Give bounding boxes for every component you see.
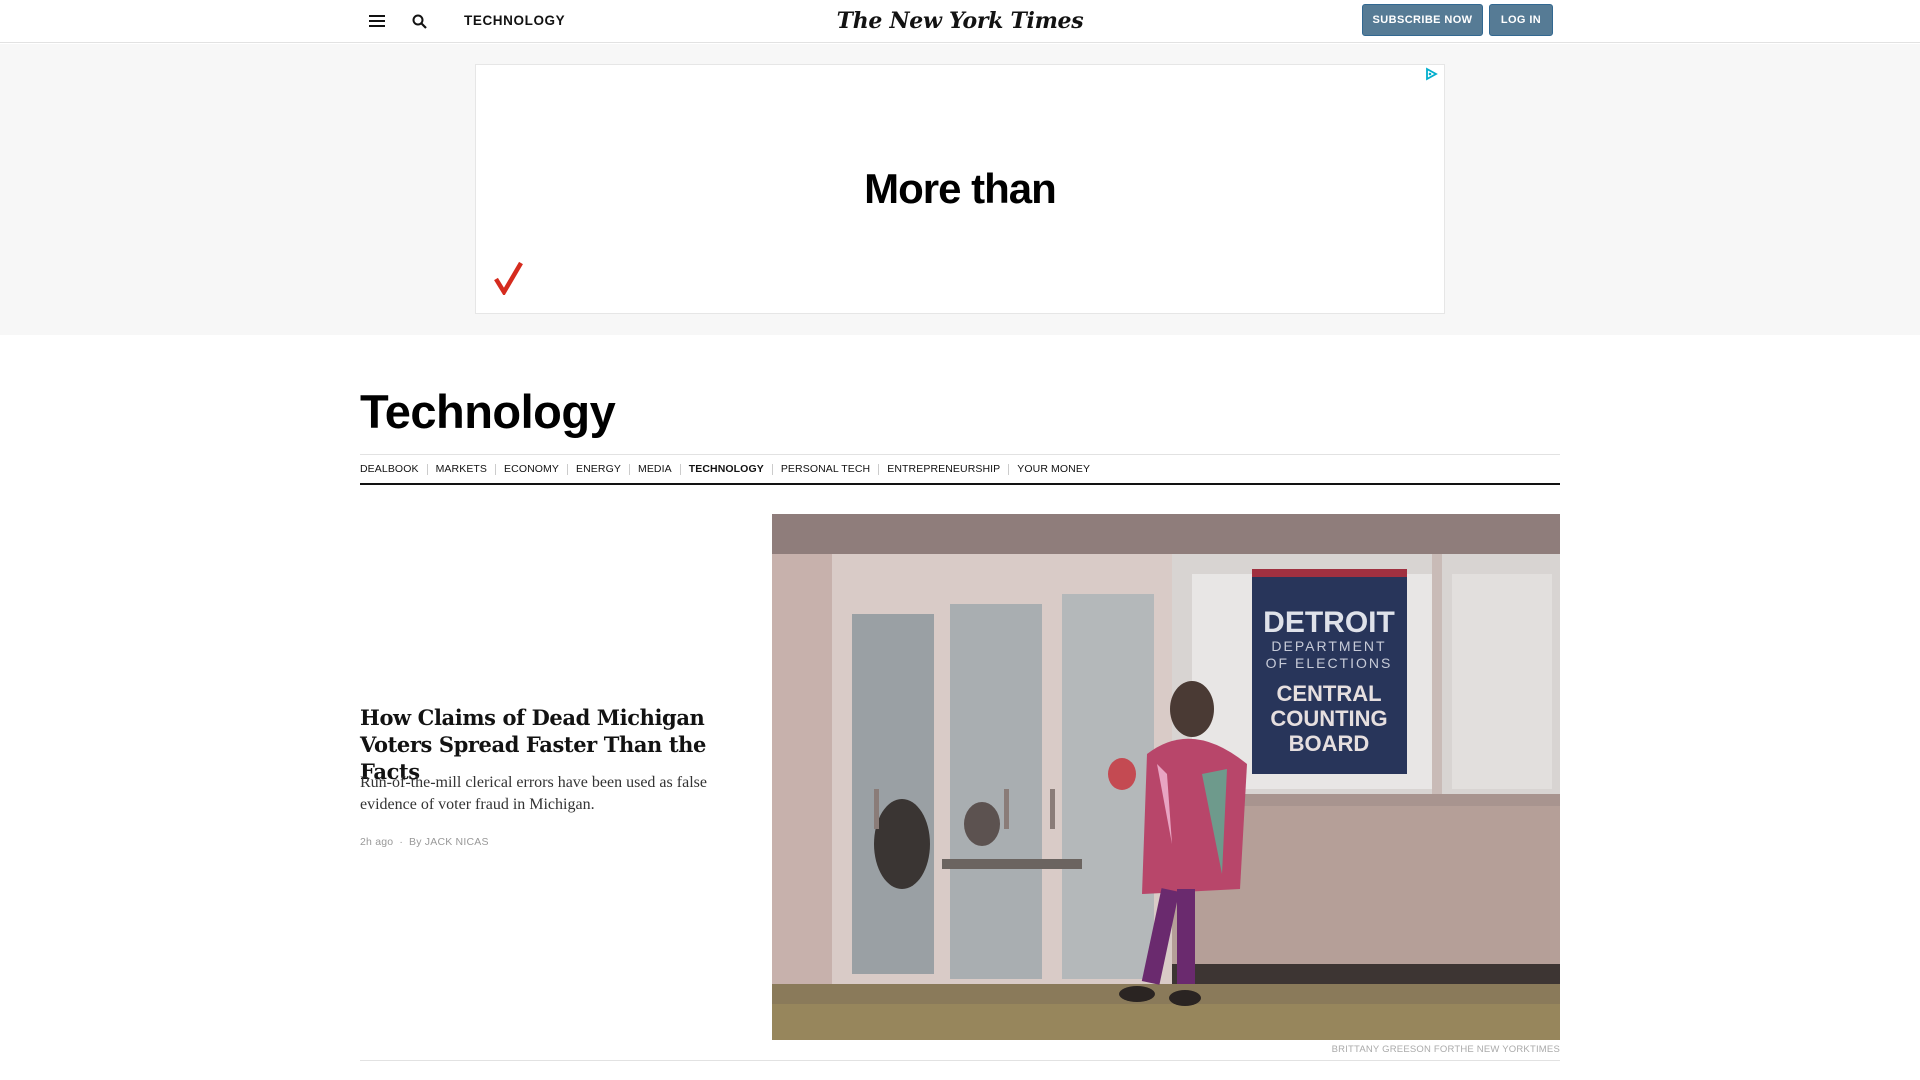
adchoices-icon[interactable] bbox=[1424, 67, 1438, 81]
photo-illustration: DETROIT DEPARTMENT OF ELECTIONS CENTRAL … bbox=[772, 514, 1560, 1040]
photo-credit: BRITTANY GREESON FORTHE NEW YORKTIMES bbox=[1331, 1044, 1560, 1055]
search-icon bbox=[412, 14, 427, 29]
subnav-item-energy[interactable]: ENERGY bbox=[567, 463, 629, 475]
sign-text-central: CENTRAL bbox=[1276, 681, 1381, 706]
section-subnav: DEALBOOK MARKETS ECONOMY ENERGY MEDIA TE… bbox=[360, 454, 1560, 485]
page-title: Technology bbox=[360, 385, 616, 438]
subnav-item-markets[interactable]: MARKETS bbox=[426, 463, 495, 475]
subnav-item-dealbook[interactable]: DEALBOOK bbox=[360, 463, 427, 475]
story-photo[interactable]: DETROIT DEPARTMENT OF ELECTIONS CENTRAL … bbox=[772, 514, 1560, 1040]
story-summary: Run-of-the-mill clerical errors have bee… bbox=[360, 774, 707, 813]
story-meta: 2h ago · By JACK NICAS bbox=[360, 836, 489, 848]
verizon-check-icon bbox=[494, 261, 523, 295]
sign-text-board: BOARD bbox=[1289, 731, 1370, 756]
divider bbox=[360, 1060, 1560, 1061]
nyt-logo[interactable]: The New York Times bbox=[837, 6, 1084, 36]
subnav-item-your-money[interactable]: YOUR MONEY bbox=[1008, 463, 1098, 475]
masthead-bar: TECHNOLOGY The New York Times SUBSCRIBE … bbox=[0, 0, 1920, 43]
subnav-item-media[interactable]: MEDIA bbox=[628, 463, 680, 475]
subscribe-button[interactable]: SUBSCRIBE NOW bbox=[1362, 4, 1483, 36]
sign-text-counting: COUNTING bbox=[1270, 706, 1387, 731]
sign-text-of-elections: OF ELECTIONS bbox=[1266, 655, 1393, 671]
hamburger-menu-icon bbox=[369, 15, 385, 27]
subnav-item-technology[interactable]: TECHNOLOGY bbox=[679, 463, 772, 475]
search-button[interactable] bbox=[406, 10, 432, 32]
sign-text-department: DEPARTMENT bbox=[1271, 638, 1386, 654]
sign-text-detroit: DETROIT bbox=[1263, 606, 1395, 639]
display-ad[interactable]: More than bbox=[475, 64, 1445, 314]
subnav-item-economy[interactable]: ECONOMY bbox=[495, 463, 567, 475]
story-timestamp: 2h ago bbox=[360, 836, 394, 848]
subnav-item-personal-tech[interactable]: PERSONAL TECH bbox=[771, 463, 878, 475]
menu-button[interactable] bbox=[364, 10, 390, 32]
ad-headline: More than bbox=[864, 165, 1057, 212]
meta-separator: · bbox=[399, 836, 404, 848]
masthead-section-link[interactable]: TECHNOLOGY bbox=[464, 13, 565, 28]
login-button[interactable]: LOG IN bbox=[1489, 4, 1553, 36]
subnav-item-entrepreneurship[interactable]: ENTREPRENEURSHIP bbox=[878, 463, 1008, 475]
ad-band: More than bbox=[0, 44, 1920, 335]
story-byline[interactable]: By JACK NICAS bbox=[409, 836, 489, 848]
